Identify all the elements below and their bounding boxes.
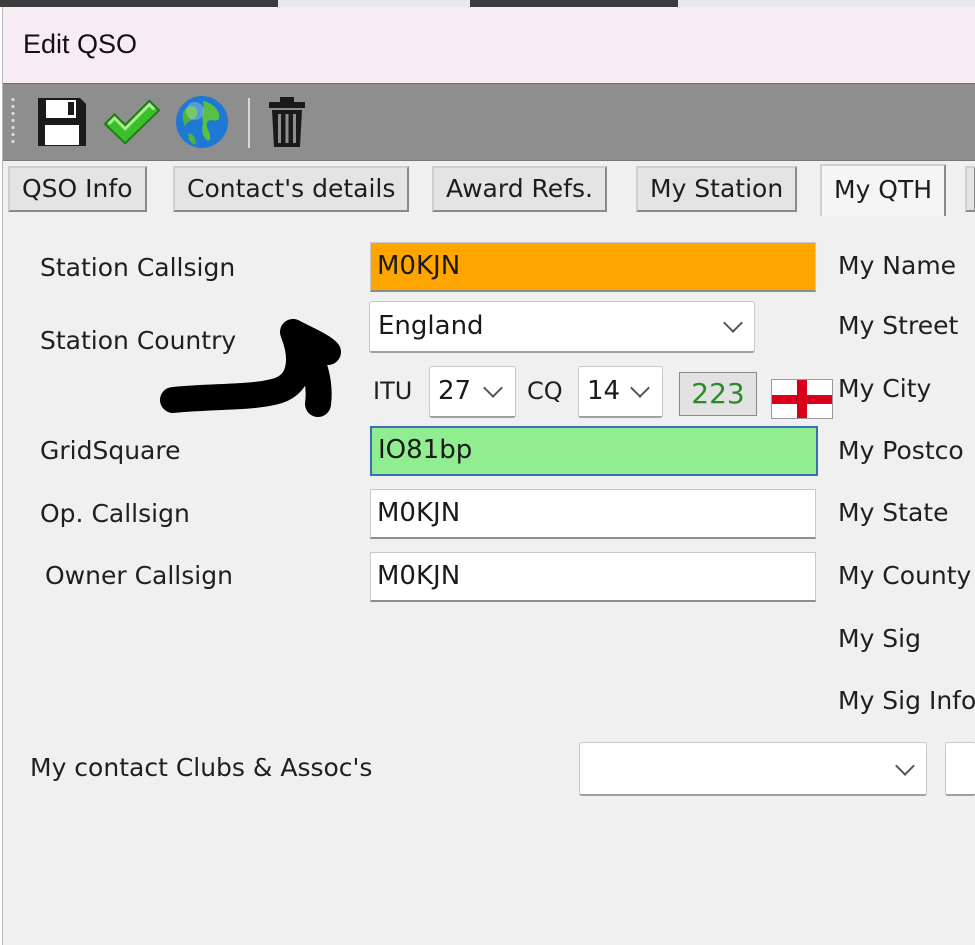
cq-zone-select[interactable]: 14 [578, 366, 663, 418]
england-flag-icon [771, 379, 833, 419]
op-callsign-label: Op. Callsign [40, 499, 190, 528]
tab-award-refs[interactable]: Award Refs. [432, 166, 607, 212]
background-window-segment [0, 0, 278, 7]
save-icon [38, 98, 86, 146]
lookup-button[interactable] [172, 92, 232, 152]
tab-next-partial[interactable] [965, 166, 975, 212]
my-postcode-label: My Postco [838, 436, 964, 465]
window-title: Edit QSO [23, 29, 138, 59]
checkmark-icon [103, 99, 161, 145]
trash-icon [269, 97, 305, 147]
globe-icon [176, 96, 228, 148]
tab-contacts-details[interactable]: Contact's details [173, 166, 410, 212]
dxcc-number-display: 223 [679, 372, 757, 416]
station-callsign-label: Station Callsign [40, 253, 236, 282]
my-city-label: My City [838, 374, 932, 403]
delete-button[interactable] [257, 92, 317, 152]
my-county-label: My County [838, 561, 972, 590]
annotation-arrow-scribble [160, 319, 341, 417]
clubs-assocs-label: My contact Clubs & Assoc's [30, 753, 373, 782]
clubs-assocs-select[interactable] [579, 742, 927, 796]
tab-qso-info[interactable]: QSO Info [8, 166, 147, 212]
tab-my-qth[interactable]: My QTH [820, 164, 947, 216]
tab-bar: QSO Info Contact's details Award Refs. M… [3, 159, 975, 219]
chevron-down-icon [723, 313, 743, 333]
cq-label: CQ [527, 377, 563, 405]
my-state-label: My State [838, 498, 949, 527]
clubs-assocs-second-field[interactable] [945, 742, 975, 796]
itu-zone-value: 27 [438, 376, 472, 406]
station-country-value: England [378, 311, 484, 341]
confirm-button[interactable] [101, 92, 161, 152]
tab-my-station[interactable]: My Station [636, 166, 798, 212]
cq-zone-value: 14 [587, 376, 621, 406]
op-callsign-input[interactable]: M0KJN [370, 489, 816, 539]
itu-label: ITU [373, 377, 413, 405]
chevron-down-icon [630, 378, 650, 398]
title-bar[interactable]: Edit QSO [3, 7, 975, 83]
chevron-down-icon [483, 378, 503, 398]
itu-zone-select[interactable]: 27 [429, 366, 516, 418]
save-button[interactable] [32, 92, 92, 152]
my-street-label: My Street [838, 311, 959, 340]
my-sig-label: My Sig [838, 624, 921, 653]
owner-callsign-label: Owner Callsign [45, 561, 233, 590]
background-window-segment [470, 0, 678, 7]
gridsquare-input[interactable]: IO81bp [370, 426, 818, 476]
station-callsign-input[interactable]: M0KJN [370, 242, 816, 292]
toolbar-separator [248, 98, 250, 148]
gridsquare-label: GridSquare [40, 436, 181, 465]
chevron-down-icon [895, 756, 915, 776]
station-country-select[interactable]: England [369, 301, 755, 353]
toolbar-grip-handle[interactable] [10, 96, 16, 146]
my-name-label: My Name [838, 251, 957, 280]
owner-callsign-input[interactable]: M0KJN [370, 552, 816, 602]
toolbar [3, 83, 975, 161]
edit-qso-window: Edit QSO QSO Info Contact's details Awar… [2, 7, 975, 945]
background-window-strip [0, 0, 975, 7]
my-sig-info-label: My Sig Info [838, 686, 975, 715]
